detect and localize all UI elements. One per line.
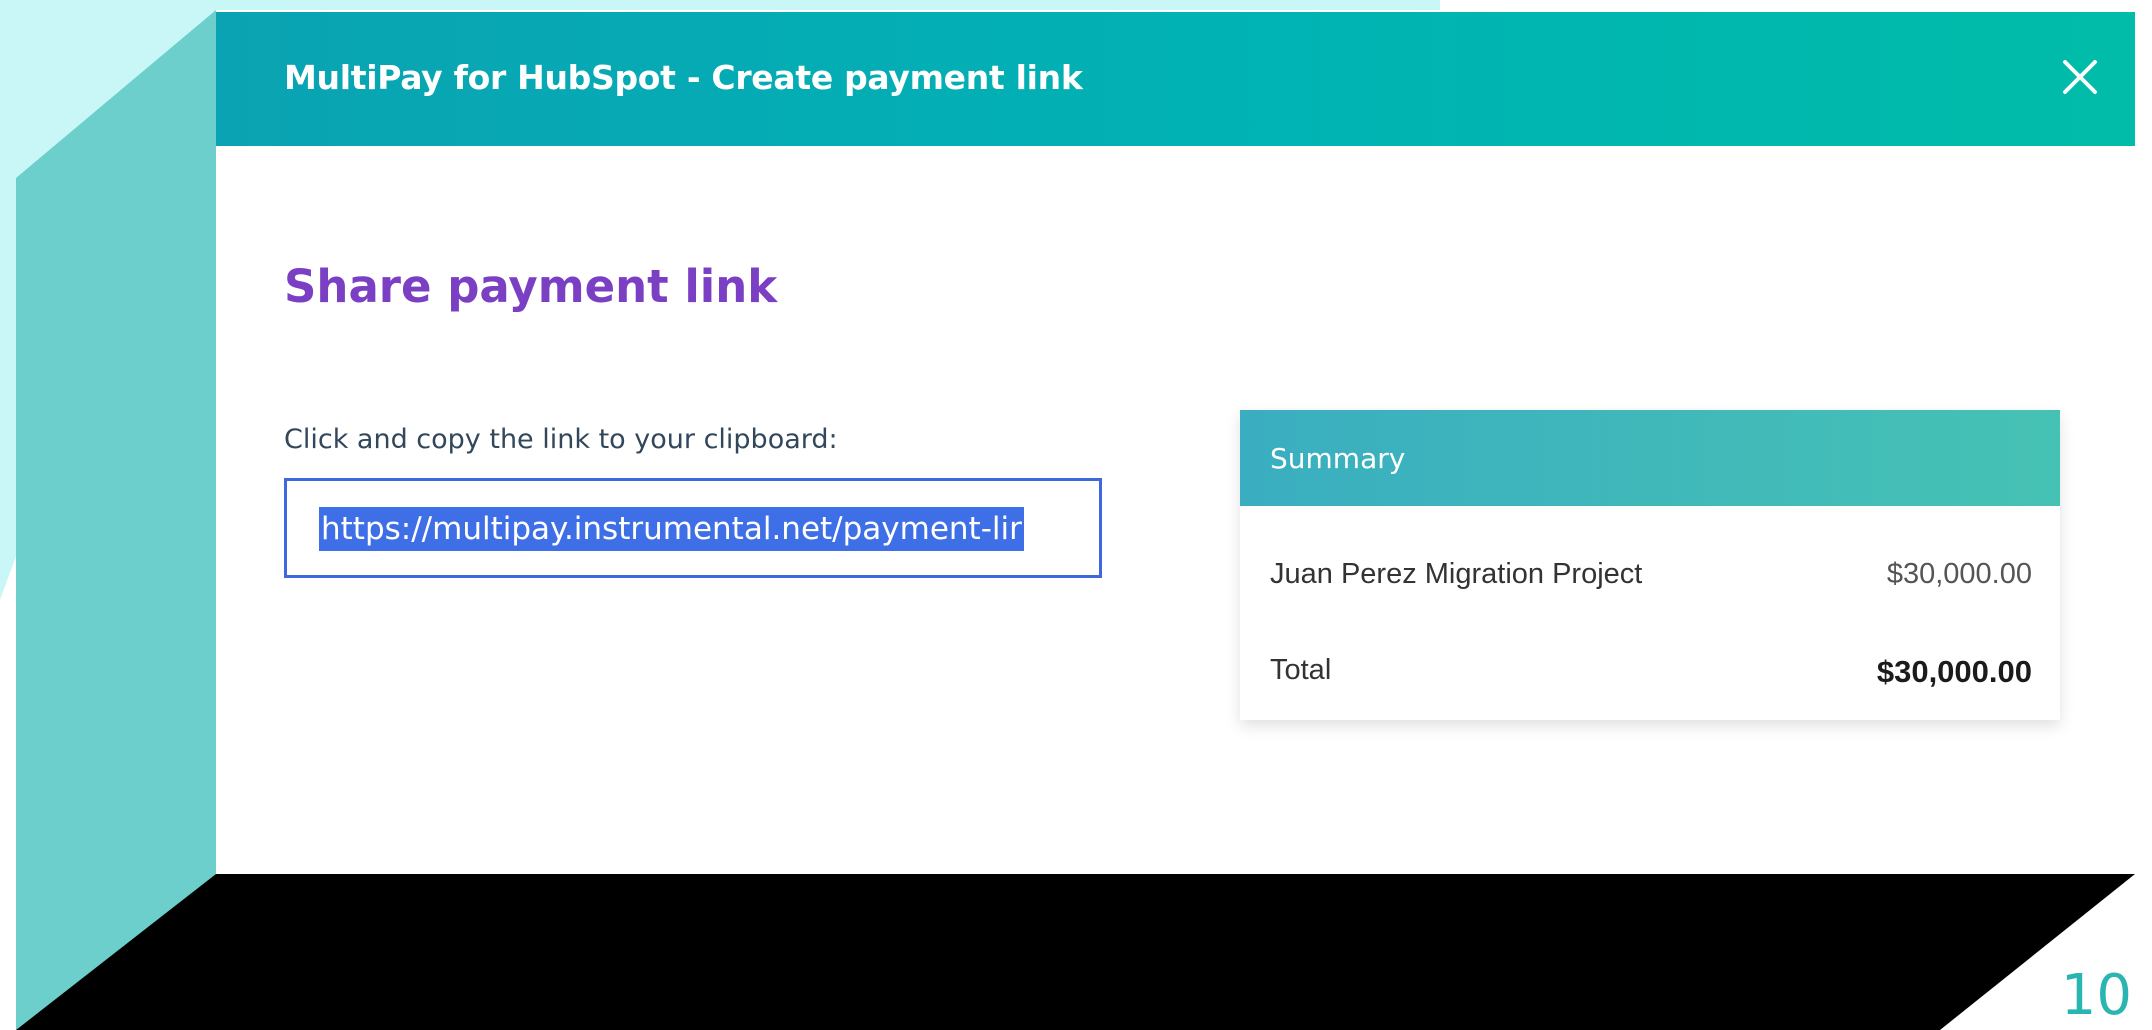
share-payment-link-heading: Share payment link <box>284 260 778 313</box>
payment-link-value[interactable]: https://multipay.instrumental.net/paymen… <box>319 507 1024 551</box>
summary-card: Summary Juan Perez Migration Project $30… <box>1240 410 2060 720</box>
payment-link-modal: MultiPay for HubSpot - Create payment li… <box>216 12 2135 872</box>
modal-header: MultiPay for HubSpot - Create payment li… <box>216 12 2135 146</box>
payment-link-field[interactable]: https://multipay.instrumental.net/paymen… <box>284 478 1102 578</box>
line-item-amount: $30,000.00 <box>1886 558 2032 590</box>
modal-title: MultiPay for HubSpot - Create payment li… <box>284 58 1083 97</box>
teal-side-panel <box>16 10 216 1030</box>
slide-page-number: 10 <box>2060 963 2132 1028</box>
black-floor-panel <box>16 874 2135 1030</box>
close-icon <box>2063 60 2097 94</box>
summary-header: Summary <box>1240 410 2060 506</box>
close-button[interactable] <box>2055 52 2105 102</box>
total-amount: $30,000.00 <box>1876 654 2032 689</box>
summary-title: Summary <box>1270 442 1406 475</box>
copy-instruction-label: Click and copy the link to your clipboar… <box>284 424 838 455</box>
total-label: Total <box>1270 654 1332 686</box>
line-item-label: Juan Perez Migration Project <box>1270 558 1643 590</box>
